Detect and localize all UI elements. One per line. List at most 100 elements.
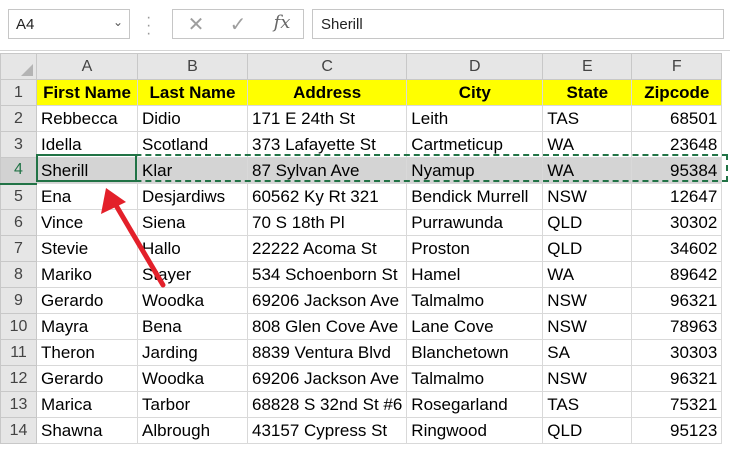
- zipcode-cell[interactable]: 30302: [631, 209, 723, 236]
- header-cell-city[interactable]: City: [406, 79, 544, 106]
- zipcode-cell[interactable]: 30303: [631, 339, 723, 366]
- insert-function-icon[interactable]: fx: [265, 12, 299, 36]
- first-name-cell[interactable]: Marica: [36, 391, 138, 418]
- formula-input[interactable]: Sherill: [312, 9, 724, 39]
- state-cell[interactable]: QLD: [542, 235, 633, 262]
- city-cell[interactable]: Cartmeticup: [406, 131, 544, 158]
- last-name-cell[interactable]: Bena: [137, 313, 248, 340]
- row-header[interactable]: 7: [0, 235, 37, 262]
- first-name-cell[interactable]: Idella: [36, 131, 138, 158]
- header-cell-zipcode[interactable]: Zipcode: [631, 79, 723, 106]
- first-name-cell[interactable]: Stevie: [36, 235, 138, 262]
- address-cell[interactable]: 808 Glen Cove Ave: [246, 313, 408, 340]
- zipcode-cell[interactable]: 95123: [631, 417, 723, 444]
- cancel-icon[interactable]: ✕: [179, 12, 213, 36]
- last-name-cell[interactable]: Woodka: [137, 365, 248, 392]
- city-cell[interactable]: Purrawunda: [406, 209, 544, 236]
- state-cell[interactable]: SA: [542, 339, 633, 366]
- address-cell[interactable]: 22222 Acoma St: [246, 235, 408, 262]
- row-header[interactable]: 11: [0, 339, 37, 366]
- last-name-cell[interactable]: Klar: [137, 157, 248, 184]
- zipcode-cell[interactable]: 96321: [631, 287, 723, 314]
- zipcode-cell[interactable]: 34602: [631, 235, 723, 262]
- address-cell[interactable]: 68828 S 32nd St #6: [246, 391, 408, 418]
- state-cell[interactable]: NSW: [542, 365, 633, 392]
- last-name-cell[interactable]: Desjardiws: [137, 183, 248, 210]
- city-cell[interactable]: Proston: [406, 235, 544, 262]
- first-name-cell[interactable]: Sherill: [36, 157, 138, 184]
- row-header[interactable]: 12: [0, 365, 37, 392]
- address-cell[interactable]: 60562 Ky Rt 321: [246, 183, 408, 210]
- address-cell[interactable]: 171 E 24th St: [246, 105, 408, 132]
- column-header-f[interactable]: F: [631, 53, 723, 80]
- first-name-cell[interactable]: Gerardo: [36, 365, 138, 392]
- address-cell[interactable]: 8839 Ventura Blvd: [246, 339, 408, 366]
- enter-check-icon[interactable]: ✓: [221, 12, 255, 36]
- state-cell[interactable]: TAS: [542, 391, 633, 418]
- row-header[interactable]: 14: [0, 417, 37, 444]
- row-header[interactable]: 13: [0, 391, 37, 418]
- name-box[interactable]: A4 ⌄: [8, 9, 130, 39]
- zipcode-cell[interactable]: 23648: [631, 131, 723, 158]
- zipcode-cell[interactable]: 78963: [631, 313, 723, 340]
- row-header[interactable]: 10: [0, 313, 37, 340]
- header-cell-address[interactable]: Address: [246, 79, 408, 106]
- state-cell[interactable]: NSW: [542, 183, 633, 210]
- select-all-corner[interactable]: [0, 53, 37, 80]
- zipcode-cell[interactable]: 68501: [631, 105, 723, 132]
- first-name-cell[interactable]: Ena: [36, 183, 138, 210]
- state-cell[interactable]: WA: [542, 261, 633, 288]
- last-name-cell[interactable]: Didio: [137, 105, 248, 132]
- row-header[interactable]: 4: [0, 157, 37, 185]
- state-cell[interactable]: QLD: [542, 209, 633, 236]
- city-cell[interactable]: Talmalmo: [406, 287, 544, 314]
- address-cell[interactable]: 534 Schoenborn St: [246, 261, 408, 288]
- address-cell[interactable]: 87 Sylvan Ave: [246, 157, 408, 184]
- column-header-d[interactable]: D: [406, 53, 544, 80]
- city-cell[interactable]: Nyamup: [406, 157, 544, 184]
- city-cell[interactable]: Hamel: [406, 261, 544, 288]
- header-cell-last-name[interactable]: Last Name: [137, 79, 248, 106]
- zipcode-cell[interactable]: 96321: [631, 365, 723, 392]
- last-name-cell[interactable]: Scotland: [137, 131, 248, 158]
- last-name-cell[interactable]: Stayer: [137, 261, 248, 288]
- last-name-cell[interactable]: Jarding: [137, 339, 248, 366]
- column-header-b[interactable]: B: [137, 53, 248, 80]
- state-cell[interactable]: WA: [542, 131, 633, 158]
- first-name-cell[interactable]: Mayra: [36, 313, 138, 340]
- state-cell[interactable]: QLD: [542, 417, 633, 444]
- header-cell-first-name[interactable]: First Name: [36, 79, 138, 106]
- row-header[interactable]: 8: [0, 261, 37, 288]
- row-header[interactable]: 3: [0, 131, 37, 158]
- zipcode-cell[interactable]: 89642: [631, 261, 723, 288]
- last-name-cell[interactable]: Albrough: [137, 417, 248, 444]
- zipcode-cell[interactable]: 75321: [631, 391, 723, 418]
- first-name-cell[interactable]: Mariko: [36, 261, 138, 288]
- last-name-cell[interactable]: Hallo: [137, 235, 248, 262]
- address-cell[interactable]: 70 S 18th Pl: [246, 209, 408, 236]
- state-cell[interactable]: WA: [542, 157, 633, 184]
- row-header[interactable]: 6: [0, 209, 37, 236]
- last-name-cell[interactable]: Siena: [137, 209, 248, 236]
- city-cell[interactable]: Leith: [406, 105, 544, 132]
- first-name-cell[interactable]: Gerardo: [36, 287, 138, 314]
- state-cell[interactable]: TAS: [542, 105, 633, 132]
- city-cell[interactable]: Blanchetown: [406, 339, 544, 366]
- city-cell[interactable]: Lane Cove: [406, 313, 544, 340]
- state-cell[interactable]: NSW: [542, 313, 633, 340]
- chevron-down-icon[interactable]: ⌄: [113, 15, 123, 29]
- row-header[interactable]: 2: [0, 105, 37, 132]
- row-header[interactable]: 9: [0, 287, 37, 314]
- address-cell[interactable]: 69206 Jackson Ave: [246, 365, 408, 392]
- column-header-a[interactable]: A: [36, 53, 138, 80]
- address-cell[interactable]: 43157 Cypress St: [246, 417, 408, 444]
- row-header[interactable]: 5: [0, 183, 37, 210]
- first-name-cell[interactable]: Theron: [36, 339, 138, 366]
- last-name-cell[interactable]: Woodka: [137, 287, 248, 314]
- header-cell-state[interactable]: State: [542, 79, 633, 106]
- city-cell[interactable]: Rosegarland: [406, 391, 544, 418]
- first-name-cell[interactable]: Shawna: [36, 417, 138, 444]
- city-cell[interactable]: Bendick Murrell: [406, 183, 544, 210]
- last-name-cell[interactable]: Tarbor: [137, 391, 248, 418]
- city-cell[interactable]: Talmalmo: [406, 365, 544, 392]
